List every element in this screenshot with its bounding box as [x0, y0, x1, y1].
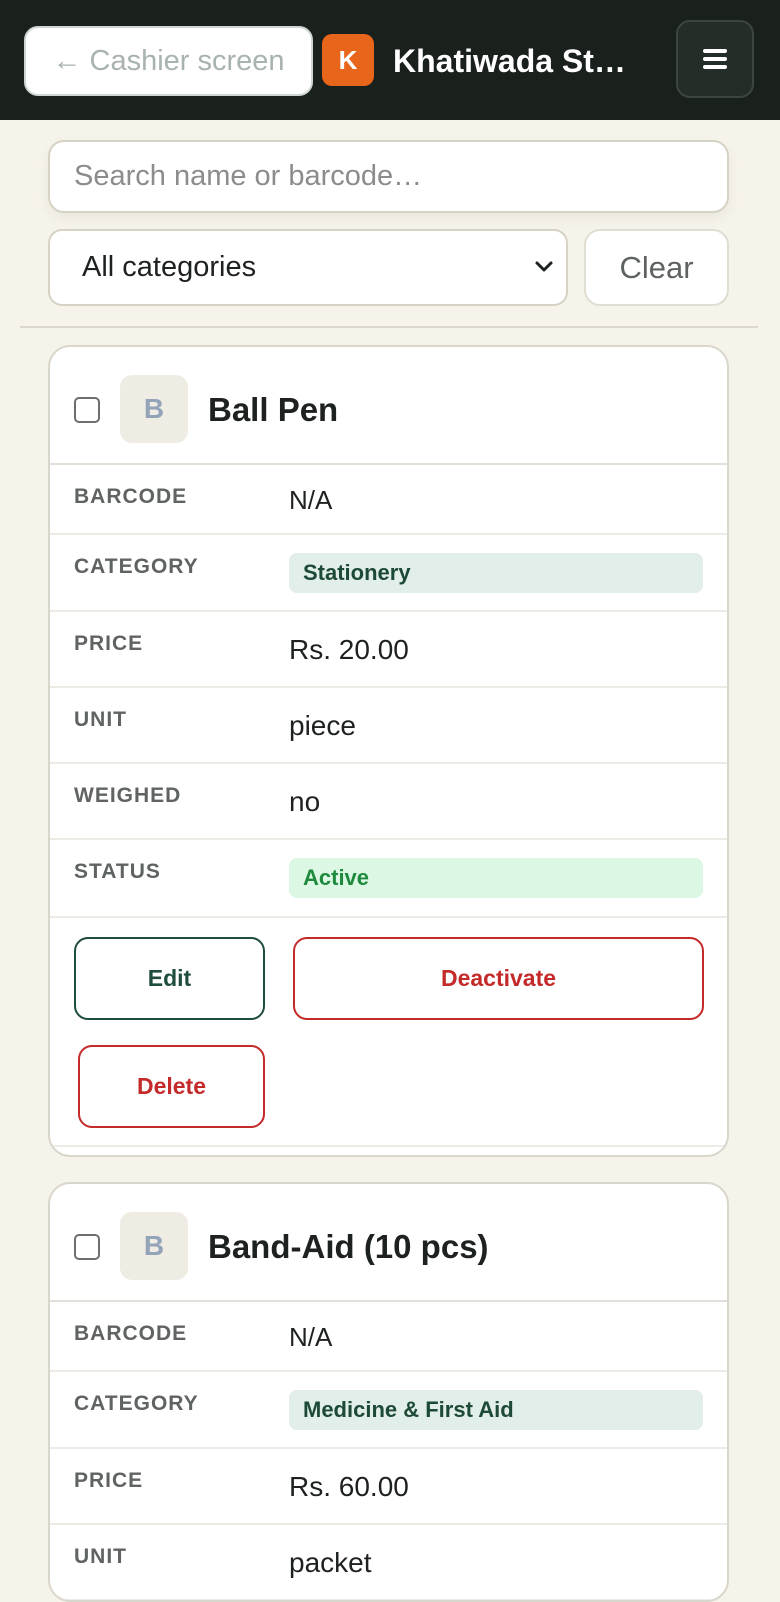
category-label: CATEGORY	[74, 1392, 199, 1415]
product-card-header: B Band-Aid (10 pcs)	[50, 1184, 727, 1302]
product-card: B Band-Aid (10 pcs) BARCODE N/A CATEGORY…	[48, 1182, 729, 1602]
price-value: Rs. 60.00	[289, 1471, 409, 1502]
category-select-value: All categories	[82, 251, 257, 283]
delete-button[interactable]: Delete	[78, 1045, 265, 1128]
divider	[20, 326, 758, 328]
top-bar: ← Cashier screen K Khatiwada St…	[0, 0, 780, 120]
barcode-label: BARCODE	[74, 485, 188, 508]
category-row: CATEGORY Medicine & First Aid	[50, 1372, 727, 1449]
hamburger-icon	[703, 49, 727, 69]
unit-label: UNIT	[74, 708, 127, 731]
unit-label: UNIT	[74, 1545, 127, 1568]
price-label: PRICE	[74, 632, 144, 655]
deactivate-button[interactable]: Deactivate	[293, 937, 704, 1020]
status-row: STATUS Active	[50, 840, 727, 918]
barcode-row: BARCODE N/A	[50, 465, 727, 535]
product-avatar: B	[120, 375, 188, 443]
select-product-checkbox[interactable]	[74, 397, 100, 423]
price-row: PRICE Rs. 20.00	[50, 612, 727, 688]
edit-button[interactable]: Edit	[74, 937, 265, 1020]
unit-value: piece	[289, 710, 356, 741]
price-label: PRICE	[74, 1469, 144, 1492]
unit-value: packet	[289, 1547, 372, 1578]
product-name: Ball Pen	[208, 391, 339, 428]
status-label: STATUS	[74, 860, 161, 883]
product-name: Band-Aid (10 pcs)	[208, 1228, 489, 1265]
price-value: Rs. 20.00	[289, 634, 409, 665]
card-footer-divider	[50, 1145, 727, 1147]
category-label: CATEGORY	[74, 555, 199, 578]
barcode-value: N/A	[289, 485, 333, 515]
select-product-checkbox[interactable]	[74, 1234, 100, 1260]
barcode-label: BARCODE	[74, 1322, 188, 1345]
weighed-label: WEIGHED	[74, 784, 182, 807]
unit-row: UNIT packet	[50, 1525, 727, 1600]
store-logo: K	[322, 34, 374, 86]
barcode-value: N/A	[289, 1322, 333, 1352]
price-row: PRICE Rs. 60.00	[50, 1449, 727, 1525]
product-avatar: B	[120, 1212, 188, 1280]
barcode-row: BARCODE N/A	[50, 1302, 727, 1372]
unit-row: UNIT piece	[50, 688, 727, 764]
clear-filters-button[interactable]: Clear	[584, 229, 729, 306]
weighed-row: WEIGHED no	[50, 764, 727, 840]
weighed-value: no	[289, 786, 321, 817]
category-badge: Medicine & First Aid	[289, 1390, 703, 1430]
search-input[interactable]	[48, 140, 729, 213]
status-badge: Active	[289, 858, 703, 898]
category-badge: Stationery	[289, 553, 703, 593]
category-row: CATEGORY Stationery	[50, 535, 727, 612]
store-name: Khatiwada St…	[393, 43, 626, 79]
chevron-down-icon	[535, 261, 553, 272]
product-card-header: B Ball Pen	[50, 347, 727, 465]
product-card: B Ball Pen BARCODE N/A CATEGORY Statione…	[48, 345, 729, 1157]
back-to-cashier-button[interactable]: ← Cashier screen	[24, 26, 313, 96]
category-select[interactable]: All categories	[48, 229, 568, 306]
menu-button[interactable]	[676, 20, 754, 98]
